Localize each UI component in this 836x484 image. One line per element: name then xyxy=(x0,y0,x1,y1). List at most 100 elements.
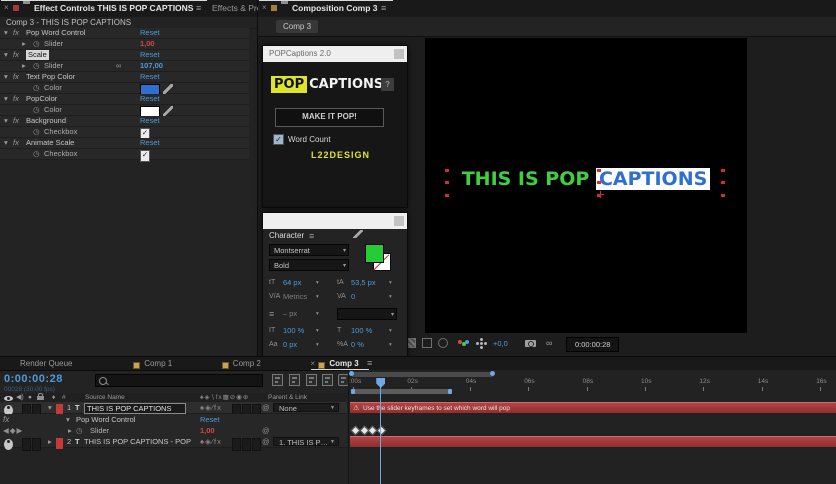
font-size-dropdown-icon[interactable]: ▾ xyxy=(316,277,319,289)
selection-handle[interactable] xyxy=(597,181,601,184)
close-icon[interactable]: × xyxy=(262,0,267,16)
twirl-down-icon[interactable]: ▾ xyxy=(4,116,8,126)
tsume-value[interactable]: 0 % xyxy=(351,339,364,351)
parent-dropdown[interactable]: 1. THIS IS P… ▼ xyxy=(273,437,339,447)
layer1-duration-bar[interactable]: ⚠ Use the slider keyframes to set which … xyxy=(350,402,836,413)
timeline-timecode[interactable]: 0:00:00:28 xyxy=(4,373,63,385)
effect-row-color[interactable]: ◷ Color xyxy=(0,105,249,118)
effect-row-animate-scale[interactable]: ▾ fx Animate Scale Reset xyxy=(0,138,249,149)
work-area-end-handle[interactable] xyxy=(448,389,452,394)
zoom-handle-right[interactable] xyxy=(490,371,495,376)
vertical-scale-dropdown-icon[interactable]: ▾ xyxy=(316,325,319,337)
constrain-link-icon[interactable]: ∞ xyxy=(116,61,121,71)
effect-row-slider[interactable]: ▸ ◷ Slider ∞ 107,00 xyxy=(0,61,249,72)
help-button[interactable]: ? xyxy=(381,78,394,91)
stopwatch-icon[interactable]: ◷ xyxy=(33,105,40,115)
parent-dropdown[interactable]: None ▼ xyxy=(273,403,339,413)
twirl-right-icon[interactable]: ▸ xyxy=(22,61,26,71)
twirl-right-icon[interactable]: ▸ xyxy=(68,425,72,436)
keyframe-diamond[interactable] xyxy=(376,425,387,436)
motion-blur-icon[interactable] xyxy=(322,374,333,386)
parent-pickwhip-icon[interactable]: @ xyxy=(262,402,270,413)
visibility-icon[interactable] xyxy=(4,439,13,450)
slider-value[interactable]: 107,00 xyxy=(140,61,163,71)
leading-value[interactable]: 53,5 px xyxy=(351,277,376,289)
parent-pickwhip-icon[interactable]: @ xyxy=(262,436,270,447)
tracking-value[interactable]: 0 xyxy=(351,291,355,303)
zoom-handle-left[interactable] xyxy=(349,371,354,376)
stroke-width-dropdown-icon[interactable]: ▾ xyxy=(316,308,319,320)
selection-handle[interactable] xyxy=(445,181,449,184)
playhead-line[interactable] xyxy=(380,378,382,484)
timeline-tab-render-queue[interactable]: Render Queue xyxy=(20,357,72,370)
slider-value[interactable]: 1,00 xyxy=(140,39,155,49)
draft-3d-icon[interactable] xyxy=(289,374,300,386)
viewer-timecode[interactable]: 0:00:00:28 xyxy=(566,337,620,352)
popcaptions-titlebar[interactable]: POPCaptions 2.0 xyxy=(263,46,407,62)
keyframe-navigator[interactable]: ◀◆▶ xyxy=(3,425,23,436)
eyedropper-icon[interactable] xyxy=(163,84,173,94)
source-name-header[interactable]: Source Name xyxy=(85,393,125,402)
effect-row-popcolor[interactable]: ▾ fx PopColor Reset xyxy=(0,94,249,105)
magnification-icon[interactable] xyxy=(438,338,448,348)
panel-menu-icon[interactable]: ≡ xyxy=(196,0,201,16)
camera-icon[interactable] xyxy=(525,340,536,347)
property-checkbox[interactable]: ✓ xyxy=(140,150,150,162)
layer-name[interactable]: THIS IS POP CAPTIONS - POP xyxy=(84,436,191,447)
tsume-dropdown-icon[interactable]: ▾ xyxy=(389,339,392,351)
selection-handle[interactable] xyxy=(721,194,725,197)
comp-selector-button[interactable]: Comp 3 xyxy=(276,20,319,33)
stopwatch-icon[interactable]: ◷ xyxy=(33,127,40,137)
parent-link-header[interactable]: Parent & Link xyxy=(268,393,307,402)
frame-blend-icon[interactable] xyxy=(306,374,317,386)
selection-handle[interactable] xyxy=(721,181,725,184)
word-count-checkbox[interactable]: ✓ xyxy=(273,134,284,145)
effect-row-checkbox[interactable]: ◷ Checkbox ✓ xyxy=(0,127,249,140)
layer-row-2[interactable]: ▸ 2 T THIS IS POP CAPTIONS - POP ♠◈∕fx @… xyxy=(0,436,347,451)
reset-link[interactable]: Reset xyxy=(140,138,160,148)
character-titlebar[interactable] xyxy=(263,213,407,229)
layer-switches[interactable]: ♠◈∕fx xyxy=(200,402,222,413)
slider-value[interactable]: 1,00 xyxy=(200,425,215,436)
baseline-shift-dropdown-icon[interactable]: ▾ xyxy=(316,339,319,351)
eyedropper-icon[interactable] xyxy=(353,230,363,238)
vertical-scale-value[interactable]: 100 % xyxy=(283,325,304,337)
parent-pickwhip-icon[interactable]: @ xyxy=(262,425,270,436)
reset-link[interactable]: Reset xyxy=(140,28,160,38)
eyedropper-icon[interactable] xyxy=(163,106,173,116)
twirl-right-icon[interactable]: ▸ xyxy=(48,436,52,447)
panel-menu-icon[interactable]: ≡ xyxy=(381,0,386,16)
font-size-value[interactable]: 64 px xyxy=(283,277,301,289)
selection-handle[interactable] xyxy=(445,194,449,197)
twirl-down-icon[interactable]: ▾ xyxy=(4,72,8,82)
stroke-width-value[interactable]: – px xyxy=(283,308,297,320)
stopwatch-icon[interactable]: ◷ xyxy=(33,61,40,71)
stopwatch-icon[interactable]: ◷ xyxy=(33,83,40,93)
region-of-interest-icon[interactable] xyxy=(422,338,432,348)
stopwatch-icon[interactable]: ◷ xyxy=(76,425,83,436)
effect-row-scale[interactable]: ▾ fx Scale Reset xyxy=(0,50,249,61)
font-style-dropdown[interactable]: Bold ▾ xyxy=(269,259,349,271)
reset-link[interactable]: Reset xyxy=(140,50,160,60)
timeline-search-input[interactable] xyxy=(95,374,263,387)
twirl-down-icon[interactable]: ▾ xyxy=(4,50,8,60)
switch-box[interactable] xyxy=(232,438,241,451)
tab-effect-controls[interactable]: Effect Controls THIS IS POP CAPTIONS xyxy=(34,0,193,16)
anchor-point-icon[interactable] xyxy=(597,191,604,198)
leading-dropdown-icon[interactable]: ▾ xyxy=(389,277,392,289)
work-area-start-handle[interactable] xyxy=(351,389,355,394)
work-area-bar[interactable] xyxy=(351,389,452,394)
twirl-down-icon[interactable]: ▾ xyxy=(4,138,8,148)
make-it-pop-button[interactable]: MAKE IT POP! xyxy=(275,108,384,127)
tracking-dropdown-icon[interactable]: ▾ xyxy=(389,291,392,303)
stopwatch-icon[interactable]: ◷ xyxy=(33,149,40,159)
baseline-shift-value[interactable]: 0 px xyxy=(283,339,297,351)
exposure-value[interactable]: +0,0 xyxy=(493,339,508,348)
layer-name-input[interactable]: THIS IS POP CAPTIONS xyxy=(84,403,186,414)
font-family-dropdown[interactable]: Montserrat ▾ xyxy=(269,244,349,256)
composition-canvas[interactable]: THIS IS POP CAPTIONS xyxy=(425,38,747,333)
kerning-dropdown-icon[interactable]: ▾ xyxy=(316,291,319,303)
selection-handle[interactable] xyxy=(445,169,449,172)
twirl-down-icon[interactable]: ▾ xyxy=(4,28,8,38)
switch-box[interactable] xyxy=(22,438,31,451)
